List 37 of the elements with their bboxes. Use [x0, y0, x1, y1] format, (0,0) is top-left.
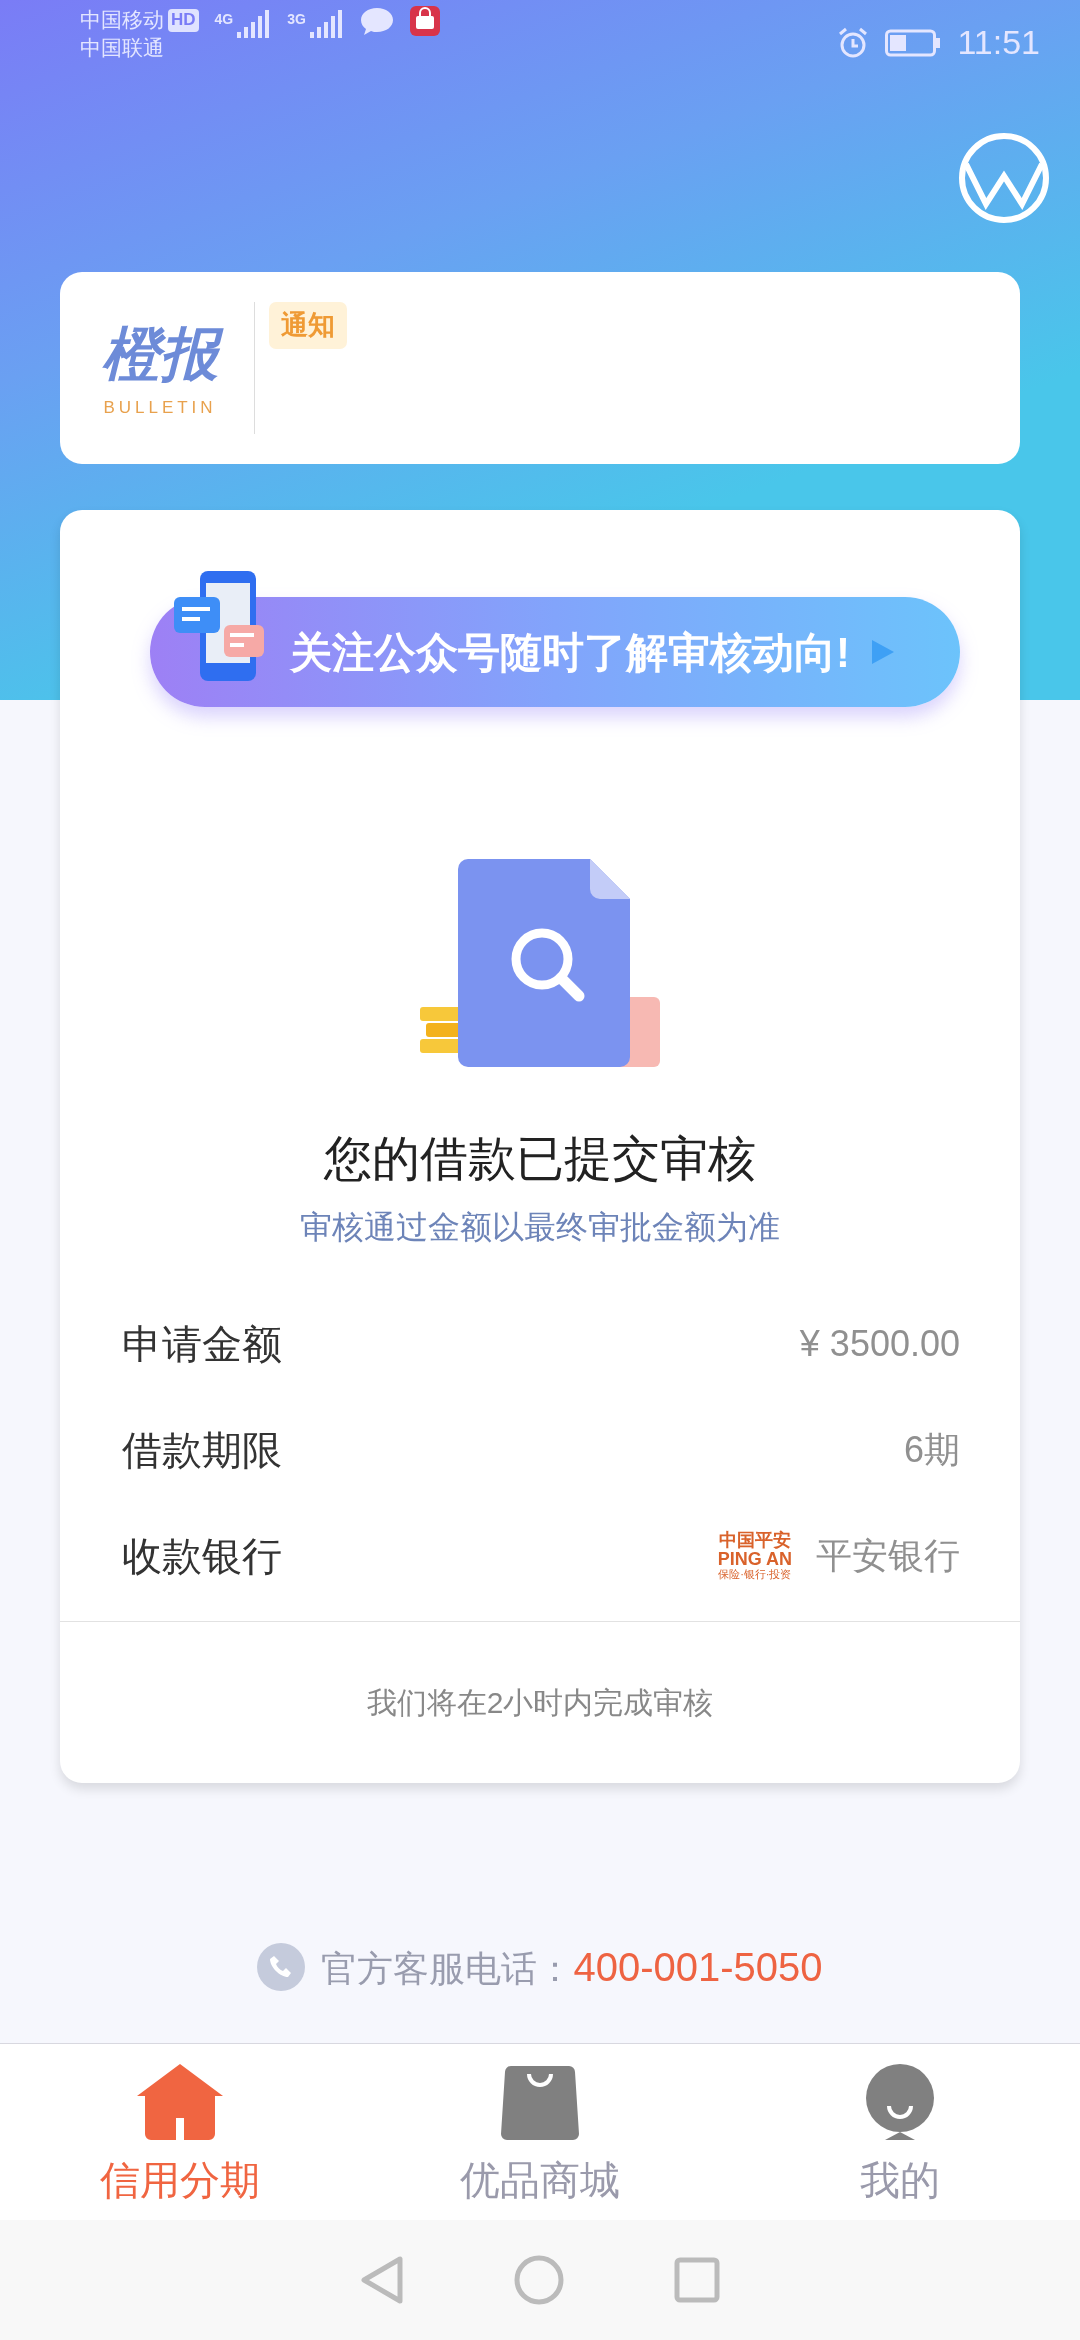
detail-label: 申请金额: [122, 1321, 282, 1368]
play-arrow-icon: [870, 638, 896, 666]
home-button-icon[interactable]: [514, 2255, 564, 2305]
carrier-name: 中国移动: [80, 7, 164, 33]
hd-badge: HD: [168, 8, 199, 32]
nav-tab[interactable]: 我的: [720, 2044, 1080, 2220]
battery-icon: [885, 29, 942, 57]
detail-value: 平安银行: [816, 1534, 960, 1578]
detail-value: 6期: [903, 1428, 960, 1472]
recents-icon[interactable]: [674, 2257, 720, 2303]
bank-logo: 中国平安 PING AN 保险·银行·投资: [717, 1531, 792, 1581]
signal-icon: [309, 10, 344, 38]
clock-time: 11:51: [957, 22, 1040, 64]
network-type: 4G: [214, 10, 234, 29]
home-icon: [135, 2062, 225, 2142]
network-type: 3G: [287, 10, 306, 29]
logo-subtitle: BULLETIN: [103, 396, 217, 419]
hotline-number: 400-001-5050: [573, 1944, 823, 1991]
banner-text: 关注公众号随时了解审核动向!: [290, 627, 850, 678]
alarm-icon: [837, 27, 870, 59]
detail-value: ¥ 3500.00: [799, 1322, 960, 1366]
nav-tab[interactable]: 信用分期: [0, 2044, 360, 2220]
detail-label: 收款银行: [122, 1533, 282, 1580]
nav-tab[interactable]: 优品商城: [360, 2044, 720, 2220]
signal-icon: [237, 10, 272, 38]
message-icon[interactable]: [958, 132, 1050, 224]
chat-bubble-icon: [359, 6, 394, 36]
logo-title: 橙报: [94, 318, 226, 391]
status-title: 您的借款已提交审核: [323, 1131, 757, 1187]
footer-note: 我们将在2小时内完成审核: [365, 1685, 715, 1721]
status-subtitle: 审核通过金额以最终审批金额为准: [299, 1208, 781, 1247]
carrier-name: 中国联通: [80, 35, 165, 62]
back-icon[interactable]: [360, 2255, 404, 2305]
notice-tag: 通知: [269, 302, 347, 349]
hotline-label: 官方客服电话：: [321, 1947, 574, 1991]
detail-label: 借款期限: [122, 1427, 282, 1474]
phone-icon: [257, 1943, 306, 1991]
